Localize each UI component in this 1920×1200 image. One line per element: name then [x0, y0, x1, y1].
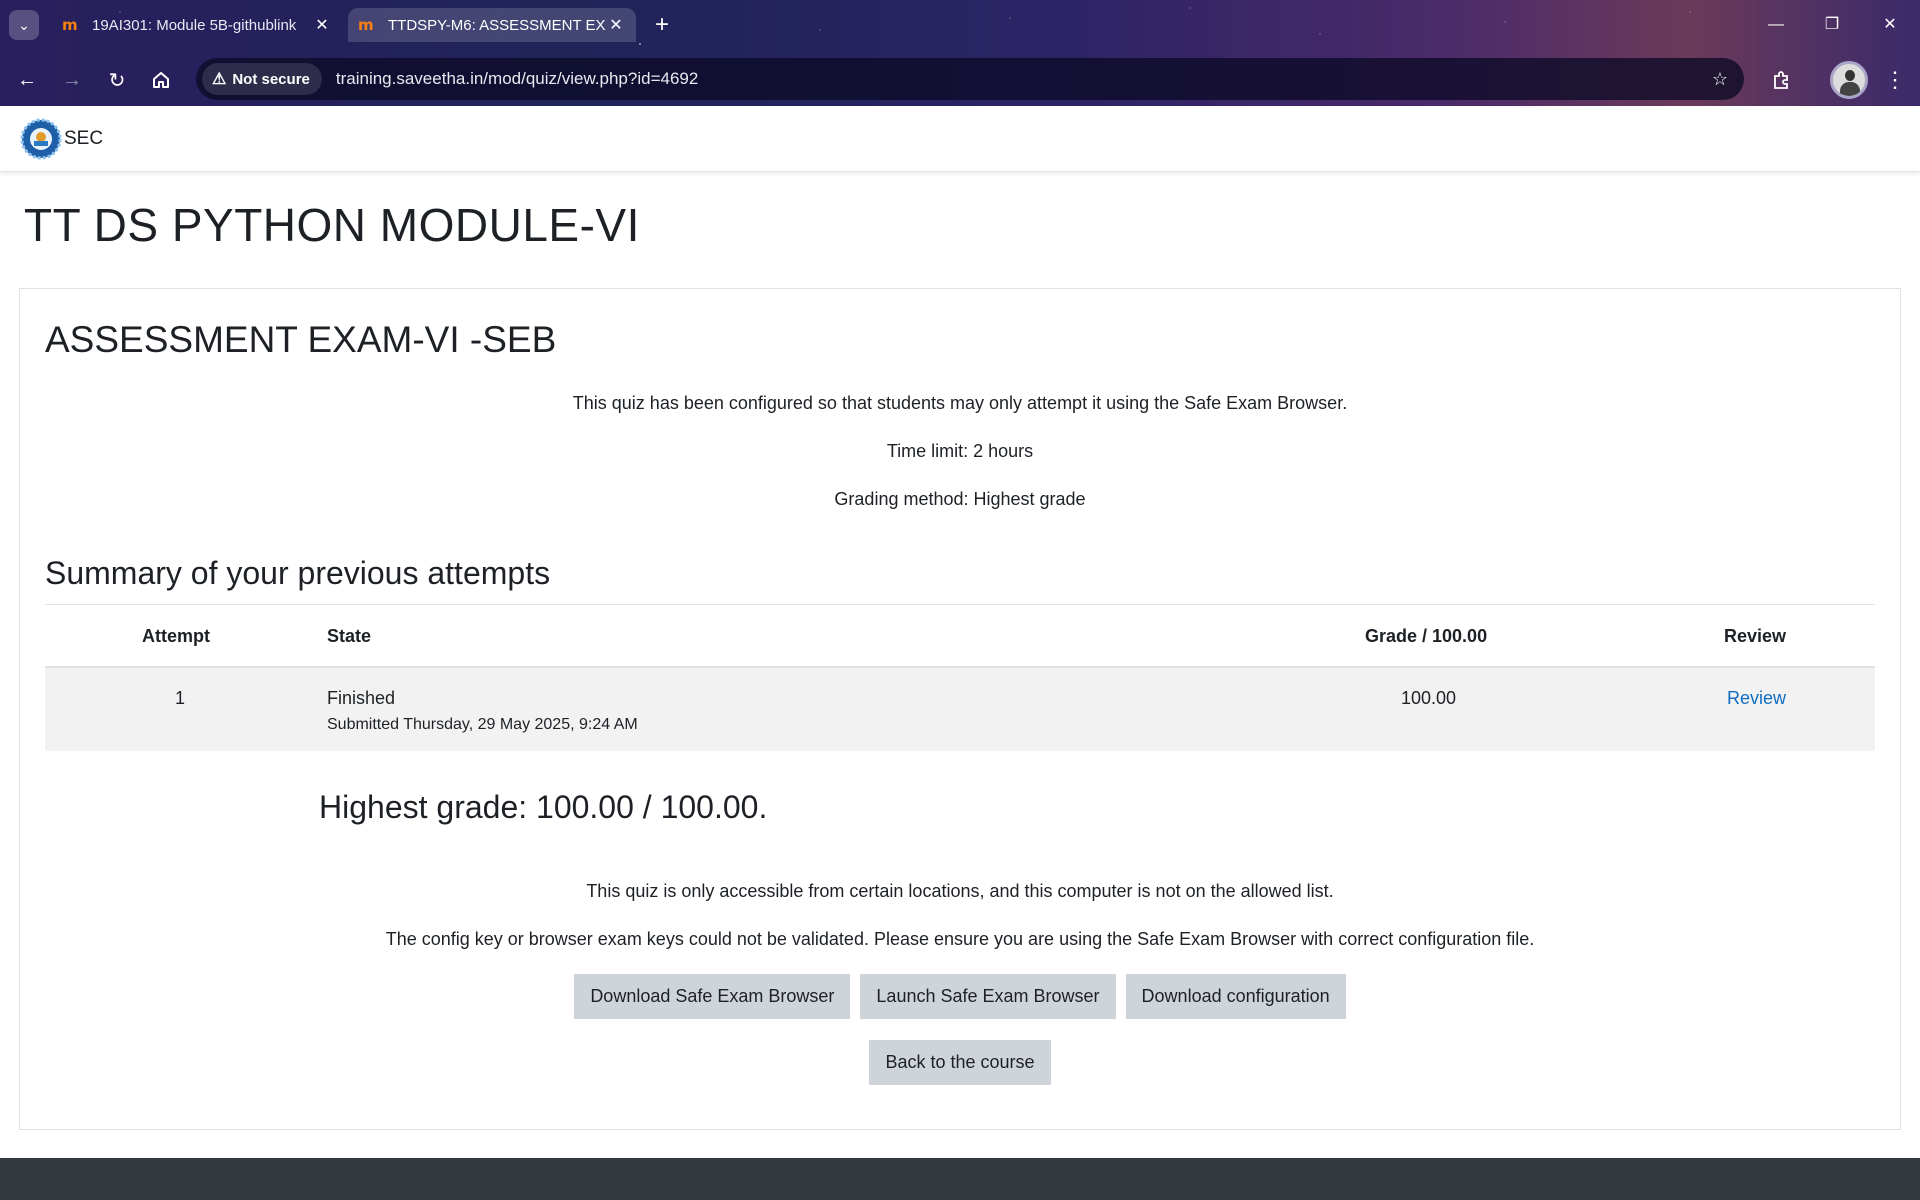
browser-chrome: ⌄ m 19AI301: Module 5B-githublink ✕ m TT… [0, 0, 1920, 106]
bookmark-star-icon[interactable]: ☆ [1712, 69, 1728, 90]
tab-active[interactable]: m TTDSPY-M6: ASSESSMENT EXAM-VI -SEB ✕ [348, 8, 636, 42]
warning-triangle-icon: ⚠ [212, 71, 227, 88]
tab-title: 19AI301: Module 5B-githublink [92, 16, 297, 34]
kebab-menu-icon[interactable]: ⋮ [1878, 63, 1912, 97]
time-limit-info: Time limit: 2 hours [886, 441, 1034, 461]
download-configuration-button[interactable]: Download configuration [1125, 974, 1346, 1019]
column-header-attempt: Attempt [142, 626, 210, 646]
tab-title: TTDSPY-M6: ASSESSMENT EXAM-VI -SEB [388, 16, 606, 34]
back-to-course-button[interactable]: Back to the course [869, 1040, 1051, 1085]
moodle-favicon-icon: m [358, 16, 374, 34]
quiz-title: ASSESSMENT EXAM-VI -SEB [45, 319, 557, 360]
back-arrow-icon[interactable]: ← [10, 63, 44, 97]
home-icon[interactable] [144, 63, 178, 97]
site-navbar: SEC [0, 106, 1920, 172]
security-label: Not secure [232, 70, 310, 88]
url-text[interactable]: training.saveetha.in/mod/quiz/view.php?i… [336, 69, 1712, 89]
tab-inactive[interactable]: m 19AI301: Module 5B-githublink ✕ [52, 8, 342, 42]
highest-grade-summary: Highest grade: 100.00 / 100.00. [319, 789, 768, 825]
grading-method-info: Grading method: Highest grade [834, 489, 1086, 509]
divider [45, 604, 1875, 605]
site-brand[interactable]: SEC [20, 118, 103, 160]
moodle-favicon-icon: m [62, 16, 78, 34]
security-indicator[interactable]: ⚠ Not secure [202, 63, 322, 95]
attempt-grade: 100.00 [1401, 688, 1457, 708]
summary-heading: Summary of your previous attempts [45, 555, 551, 591]
extensions-puzzle-icon[interactable] [1764, 63, 1798, 97]
attempts-table: Attempt State Grade / 100.00 Review 1 Fi… [45, 606, 1875, 751]
profile-avatar[interactable] [1830, 61, 1868, 99]
column-header-state: State [327, 626, 372, 646]
column-header-review: Review [1724, 626, 1787, 646]
seb-required-info: This quiz has been configured so that st… [572, 393, 1348, 413]
tab-search-chevron-icon[interactable]: ⌄ [9, 10, 39, 40]
attempt-number: 1 [175, 688, 186, 708]
sec-logo-icon [20, 118, 62, 160]
review-link[interactable]: Review [1727, 688, 1786, 709]
quiz-main-region: ASSESSMENT EXAM-VI -SEB This quiz has be… [19, 288, 1901, 1130]
table-header: Attempt State Grade / 100.00 Review [45, 606, 1875, 668]
launch-seb-button[interactable]: Launch Safe Exam Browser [860, 974, 1116, 1019]
download-seb-button[interactable]: Download Safe Exam Browser [574, 974, 851, 1019]
config-key-notice: The config key or browser exam keys coul… [385, 929, 1535, 949]
forward-arrow-icon[interactable]: → [55, 63, 89, 97]
column-header-grade: Grade / 100.00 [1365, 626, 1488, 646]
reload-icon[interactable]: ↻ [100, 63, 134, 97]
restore-icon[interactable]: ❐ [1812, 10, 1852, 40]
page-footer [0, 1158, 1920, 1200]
seb-button-row: Download Safe Exam Browser Launch Safe E… [20, 974, 1900, 1019]
table-row: 1 Finished Submitted Thursday, 29 May 20… [45, 668, 1875, 751]
address-bar[interactable]: ⚠ Not secure training.saveetha.in/mod/qu… [196, 58, 1744, 100]
back-button-row: Back to the course [20, 1040, 1900, 1085]
attempt-submitted-date: Submitted Thursday, 29 May 2025, 9:24 AM [327, 716, 638, 733]
page-title: TT DS PYTHON MODULE-VI [24, 199, 640, 251]
attempt-state: Finished [327, 688, 396, 708]
close-icon[interactable]: ✕ [606, 15, 626, 35]
browser-toolbar: ← → ↻ ⚠ Not secure training.saveetha.in/… [0, 54, 1920, 106]
location-restriction-notice: This quiz is only accessible from certai… [586, 881, 1334, 901]
brand-name: SEC [64, 128, 104, 149]
minimize-icon[interactable]: — [1756, 10, 1796, 40]
close-icon[interactable]: ✕ [312, 15, 332, 35]
new-tab-plus-icon[interactable]: + [648, 12, 676, 40]
tab-strip: ⌄ m 19AI301: Module 5B-githublink ✕ m TT… [0, 0, 1920, 50]
window-close-icon[interactable]: ✕ [1870, 10, 1910, 40]
